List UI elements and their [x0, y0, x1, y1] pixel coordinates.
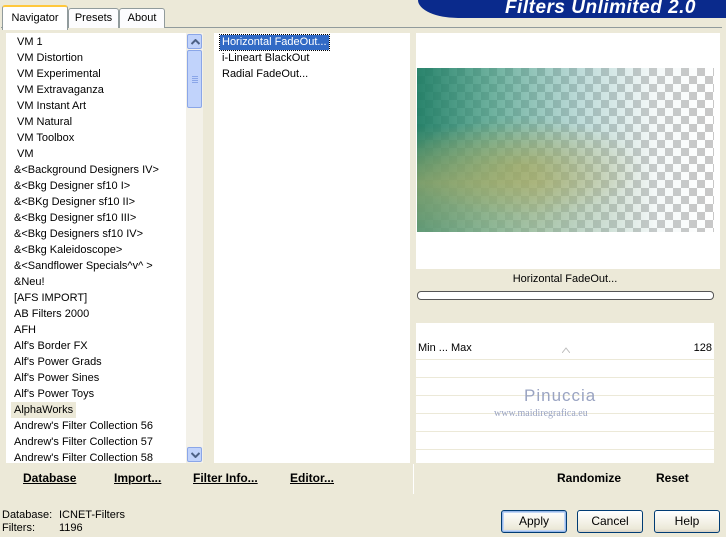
category-item[interactable]: &<Bkg Designer sf10 I> — [14, 178, 130, 194]
app-title: Filters Unlimited 2.0 — [504, 0, 696, 18]
help-button[interactable]: Help — [654, 510, 720, 533]
filter-info-button[interactable]: Filter Info... — [193, 471, 258, 485]
tab-presets[interactable]: Presets — [68, 8, 119, 28]
chevron-down-icon — [191, 452, 200, 458]
chevron-up-icon — [191, 39, 200, 45]
category-item[interactable]: VM Natural — [17, 114, 72, 130]
filters-count: 1196 — [59, 522, 83, 534]
category-list[interactable]: VM 1 VM Distortion VM Experimental VM Extra… — [6, 33, 186, 466]
scroll-down-button[interactable] — [187, 447, 202, 462]
filter-item[interactable]: i-Lineart BlackOut — [220, 51, 311, 66]
category-item[interactable]: VM Instant Art — [17, 98, 86, 114]
slider-label: Min ... Max — [418, 342, 472, 354]
category-item[interactable]: Andrew's Filter Collection 58 — [14, 450, 153, 466]
category-item[interactable]: VM Distortion — [17, 50, 83, 66]
category-item[interactable]: VM 1 — [17, 34, 43, 50]
database-button[interactable]: Database — [23, 471, 76, 485]
slider-value[interactable]: 128 — [694, 342, 712, 354]
category-item[interactable]: VM Toolbox — [17, 130, 74, 146]
cancel-button[interactable]: Cancel — [577, 510, 643, 533]
category-scrollbar[interactable] — [186, 33, 203, 463]
category-item[interactable]: Andrew's Filter Collection 57 — [14, 434, 153, 450]
database-label: Database: — [2, 509, 53, 521]
category-item[interactable]: &<Bkg Designer sf10 III> — [14, 210, 136, 226]
filter-item[interactable]: Radial FadeOut... — [220, 67, 310, 82]
watermark-site: www.maidiregrafica.eu — [494, 408, 588, 419]
divider — [413, 464, 414, 494]
category-item[interactable]: AFH — [14, 322, 36, 338]
category-item[interactable]: &<Sandflower Specials^v^ > — [14, 258, 153, 274]
slider-thumb-icon[interactable] — [562, 347, 570, 353]
tab-navigator[interactable]: Navigator — [2, 5, 68, 30]
tab-about[interactable]: About — [119, 8, 165, 28]
randomize-button[interactable]: Randomize — [557, 471, 621, 485]
watermark-name: Pinuccia — [524, 386, 597, 405]
category-item[interactable]: &<Bkg Kaleidoscope> — [14, 242, 122, 258]
reset-button[interactable]: Reset — [656, 471, 689, 485]
filter-preview — [417, 68, 714, 232]
category-item[interactable]: VM — [17, 146, 34, 162]
category-item[interactable]: AlphaWorks — [11, 402, 77, 418]
category-item[interactable]: Alf's Border FX — [14, 338, 88, 354]
title-banner: Filters Unlimited 2.0 — [418, 0, 726, 18]
category-item[interactable]: Alf's Power Grads — [14, 354, 102, 370]
category-item[interactable]: [AFS IMPORT] — [14, 290, 87, 306]
scroll-thumb[interactable] — [187, 50, 202, 108]
category-item[interactable]: &<Bkg Designers sf10 IV> — [14, 226, 143, 242]
category-item[interactable]: &<BKg Designer sf10 II> — [14, 194, 135, 210]
category-item[interactable]: Alf's Power Sines — [14, 370, 99, 386]
category-item[interactable]: Alf's Power Toys — [14, 386, 94, 402]
category-item[interactable]: VM Experimental — [17, 66, 101, 82]
import-button[interactable]: Import... — [114, 471, 161, 485]
category-item[interactable]: &Neu! — [14, 274, 45, 290]
progress-bar — [417, 291, 714, 300]
category-item[interactable]: AB Filters 2000 — [14, 306, 89, 322]
slider-area: Min ... Max 128 Pinuccia www.maidiregraf… — [416, 323, 714, 463]
category-item[interactable]: VM Extravaganza — [17, 82, 104, 98]
database-value: ICNET-Filters — [59, 509, 125, 521]
filters-label: Filters: — [2, 522, 35, 534]
category-item[interactable]: Andrew's Filter Collection 56 — [14, 418, 153, 434]
editor-button[interactable]: Editor... — [290, 471, 334, 485]
apply-button[interactable]: Apply — [501, 510, 567, 533]
filter-caption: Horizontal FadeOut... — [512, 273, 618, 285]
scroll-up-button[interactable] — [187, 34, 202, 49]
filter-item[interactable]: Horizontal FadeOut... — [219, 34, 330, 51]
filter-list[interactable]: Horizontal FadeOut... i-Lineart BlackOut R… — [214, 33, 410, 463]
category-item[interactable]: &<Background Designers IV> — [14, 162, 159, 178]
